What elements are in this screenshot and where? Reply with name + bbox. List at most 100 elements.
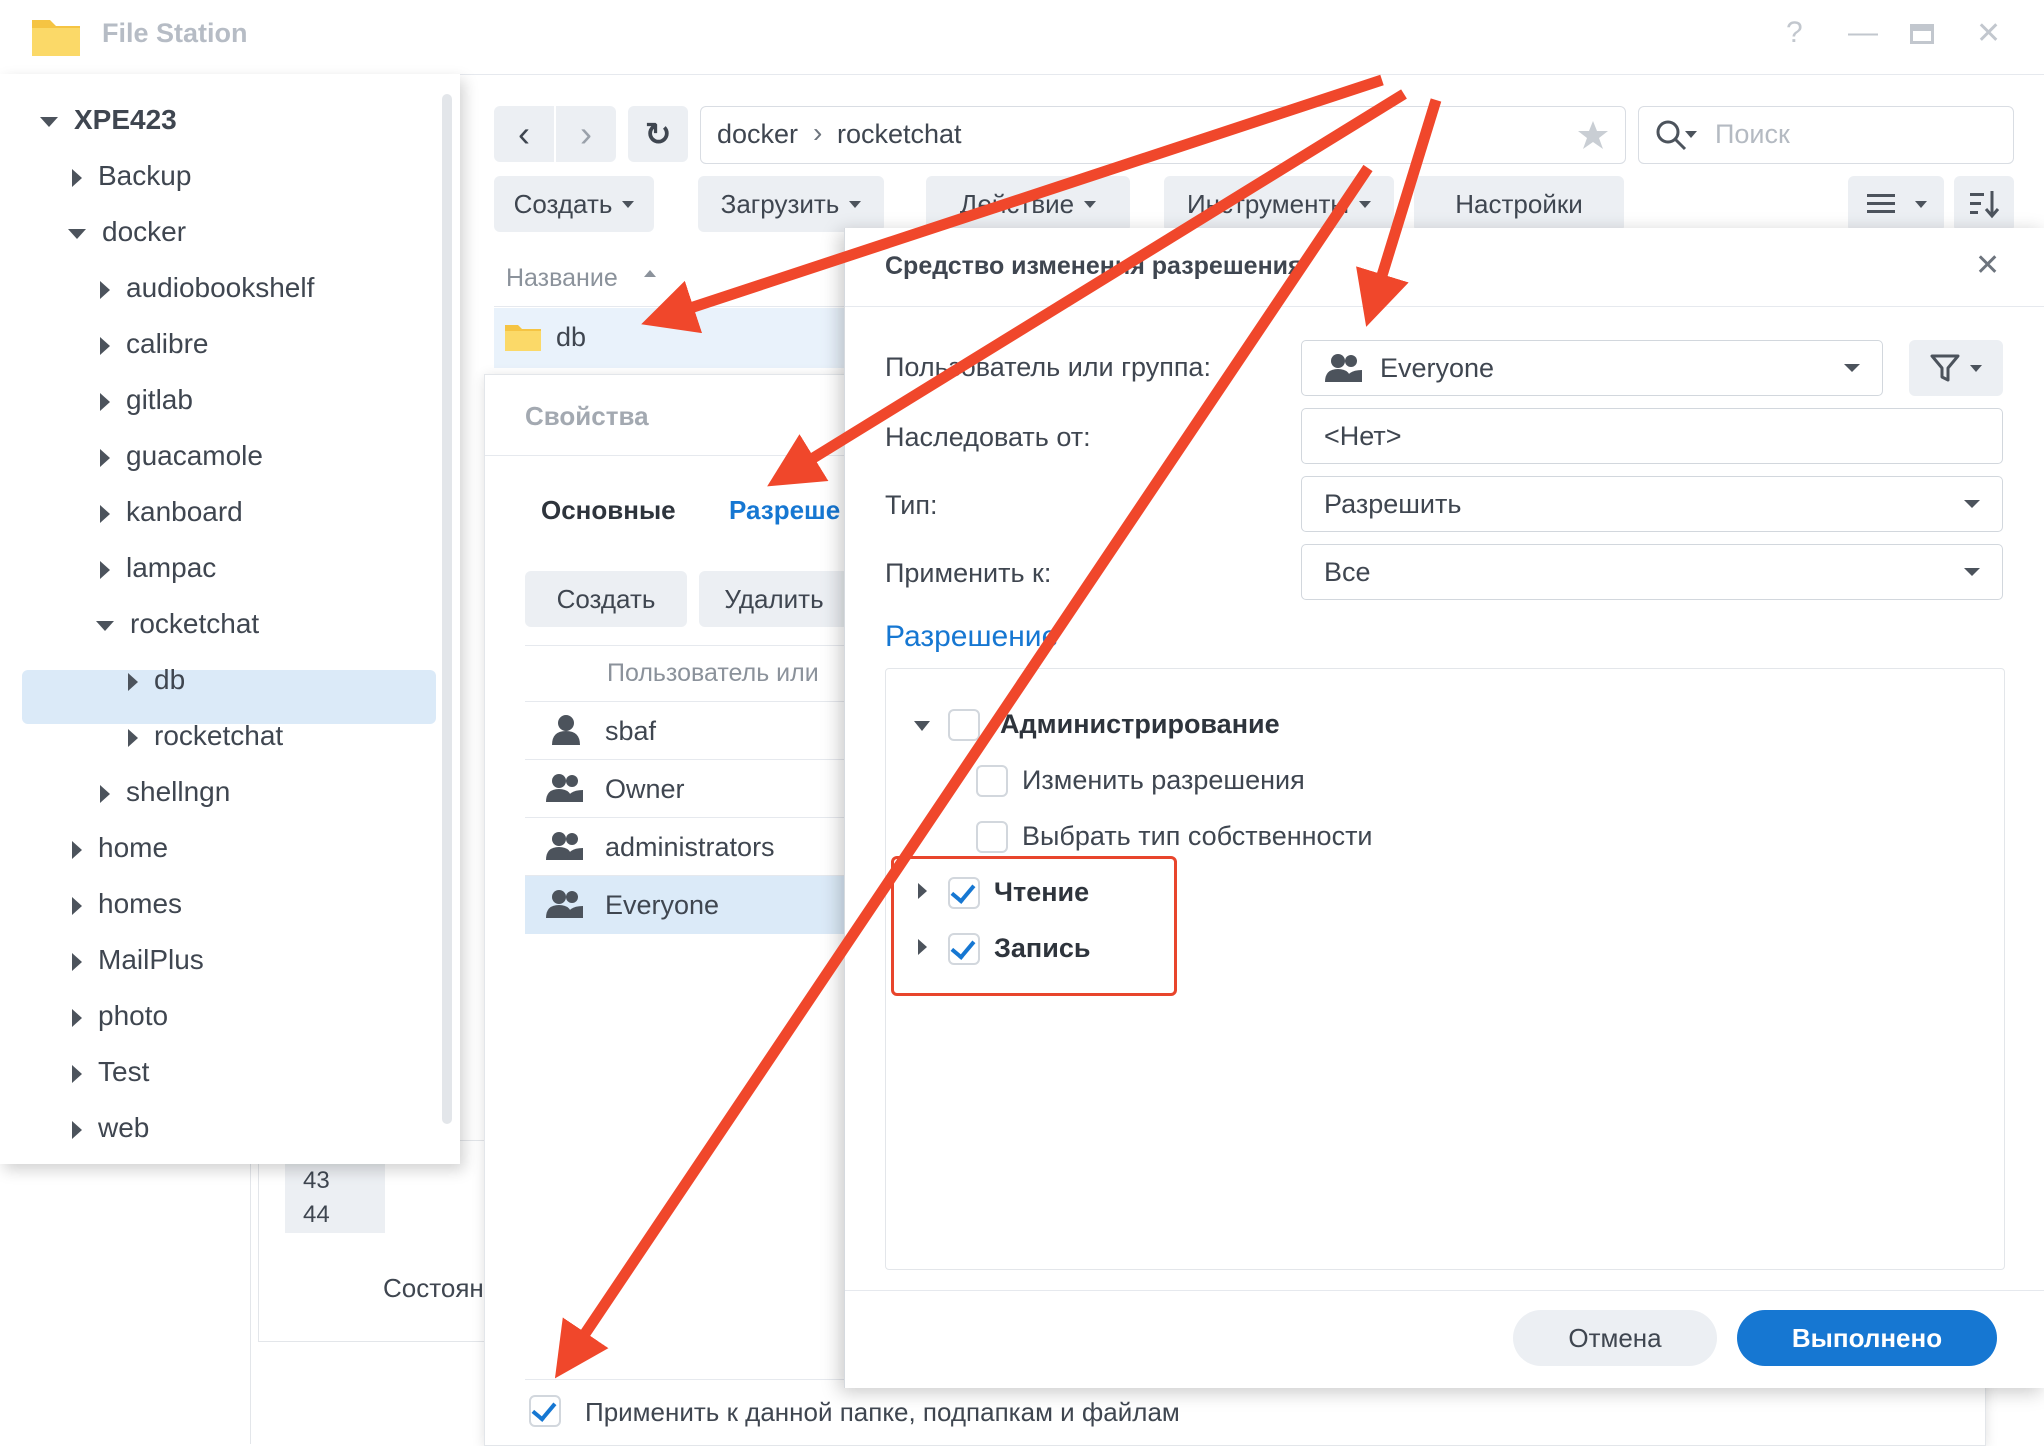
administration-checkbox[interactable] xyxy=(948,709,980,741)
sidebar: XPE423 Backup docker audiobookshelf cali… xyxy=(0,74,460,1164)
maximize-button[interactable] xyxy=(1910,24,1934,44)
permission-row-selected[interactable]: Everyone xyxy=(525,875,845,934)
tree-item-home[interactable]: home xyxy=(72,822,168,874)
expand-toggle-icon[interactable] xyxy=(914,721,930,731)
file-row[interactable]: db xyxy=(494,308,854,368)
delete-permission-button[interactable]: Удалить xyxy=(699,571,849,627)
chevron-down-icon xyxy=(622,200,635,208)
divider xyxy=(845,1290,2044,1291)
permission-row[interactable]: administrators xyxy=(525,817,845,876)
tree-item-label: Test xyxy=(98,1056,150,1087)
expand-toggle-icon[interactable] xyxy=(72,1064,82,1083)
help-button[interactable]: ? xyxy=(1786,16,1803,50)
expand-toggle-icon[interactable] xyxy=(40,116,58,127)
tree-item-db[interactable]: db xyxy=(128,654,185,706)
apply-to-subfolders-checkbox[interactable] xyxy=(529,1395,561,1427)
expand-toggle-icon[interactable] xyxy=(72,896,82,915)
view-mode-button[interactable] xyxy=(1848,176,1944,232)
tree-item-rocketchat[interactable]: rocketchat xyxy=(96,598,259,650)
tree-item-docker[interactable]: docker xyxy=(68,206,186,258)
user-group-select[interactable]: Everyone xyxy=(1301,340,1883,396)
star-icon[interactable] xyxy=(1577,119,1609,151)
create-button[interactable]: Создать xyxy=(494,176,654,232)
search-options-caret[interactable] xyxy=(1685,131,1697,138)
expand-toggle-icon[interactable] xyxy=(100,560,110,579)
expand-toggle-icon[interactable] xyxy=(100,392,110,411)
breadcrumb-rocketchat[interactable]: rocketchat xyxy=(837,119,962,150)
expand-toggle-icon[interactable] xyxy=(100,336,110,355)
tree-item-rocketchat-sub[interactable]: rocketchat xyxy=(128,710,283,762)
sort-button[interactable] xyxy=(1954,176,2014,232)
action-button[interactable]: Действие xyxy=(926,176,1130,232)
expand-toggle-icon[interactable] xyxy=(100,280,110,299)
take-ownership-checkbox[interactable] xyxy=(976,821,1008,853)
tree-item-homes[interactable]: homes xyxy=(72,878,182,930)
expand-toggle-icon[interactable] xyxy=(100,448,110,467)
permission-editor-dialog: Средство изменения разрешения ✕ Пользова… xyxy=(844,228,2044,1388)
cancel-button[interactable]: Отмена xyxy=(1513,1310,1717,1366)
tree-item-photo[interactable]: photo xyxy=(72,990,168,1042)
expand-toggle-icon[interactable] xyxy=(100,784,110,803)
tree-item-kanboard[interactable]: kanboard xyxy=(100,486,243,538)
tree-item-test[interactable]: Test xyxy=(72,1046,149,1098)
sidebar-scrollbar[interactable] xyxy=(442,94,452,1124)
group-icon xyxy=(546,774,583,802)
tree-item-shellngn[interactable]: shellngn xyxy=(100,766,230,818)
forward-button[interactable]: › xyxy=(556,106,616,162)
close-window-button[interactable]: ✕ xyxy=(1976,16,2001,51)
expand-toggle-icon[interactable] xyxy=(72,952,82,971)
permission-row[interactable]: sbaf xyxy=(525,701,845,760)
app-title: File Station xyxy=(102,18,248,48)
create-permission-button[interactable]: Создать xyxy=(525,571,687,627)
change-permissions-checkbox[interactable] xyxy=(976,765,1008,797)
expand-toggle-icon[interactable] xyxy=(72,168,82,187)
path-bar[interactable]: docker › rocketchat xyxy=(700,106,1626,164)
permission-row[interactable]: Owner xyxy=(525,759,845,818)
breadcrumb-docker[interactable]: docker xyxy=(717,119,798,150)
dialog-close-button[interactable]: ✕ xyxy=(1975,248,2000,283)
background-panel: 43 44 Состоян xyxy=(258,1140,490,1342)
back-button[interactable]: ‹ xyxy=(494,106,554,162)
search-bar[interactable]: Поиск xyxy=(1638,106,2014,164)
minimize-button[interactable]: — xyxy=(1848,16,1878,50)
filter-button[interactable] xyxy=(1909,340,2003,396)
tree-item-label: db xyxy=(154,664,186,695)
chevron-down-icon xyxy=(1915,200,1927,208)
expand-toggle-icon[interactable] xyxy=(72,840,82,859)
settings-button[interactable]: Настройки xyxy=(1414,176,1624,232)
user-name: Owner xyxy=(605,774,685,804)
tree-item-lampac[interactable]: lampac xyxy=(100,542,216,594)
refresh-button[interactable]: ↻ xyxy=(628,106,688,162)
chevron-down-icon xyxy=(1970,364,1982,372)
user-name: administrators xyxy=(605,832,775,862)
done-button[interactable]: Выполнено xyxy=(1737,1310,1997,1366)
expand-toggle-icon[interactable] xyxy=(68,228,86,239)
status-label: Состоян xyxy=(383,1273,484,1303)
expand-toggle-icon[interactable] xyxy=(128,728,138,747)
tree-item-root[interactable]: XPE423 xyxy=(40,94,177,146)
expand-toggle-icon[interactable] xyxy=(72,1008,82,1027)
expand-toggle-icon[interactable] xyxy=(100,504,110,523)
inherit-value: <Нет> xyxy=(1324,420,1402,451)
tree-item-guacamole[interactable]: guacamole xyxy=(100,430,263,482)
tree-item-backup[interactable]: Backup xyxy=(72,150,191,202)
tab-general[interactable]: Основные xyxy=(541,495,676,526)
tree-item-calibre[interactable]: calibre xyxy=(100,318,208,370)
tree-item-label: rocketchat xyxy=(154,720,284,751)
expand-toggle-icon[interactable] xyxy=(72,1120,82,1139)
tree-item-audiobookshelf[interactable]: audiobookshelf xyxy=(100,262,314,314)
tab-permissions[interactable]: Разреше xyxy=(729,495,840,526)
search-input[interactable]: Поиск xyxy=(1715,119,1790,150)
expand-toggle-icon[interactable] xyxy=(96,620,114,631)
expand-toggle-icon[interactable] xyxy=(128,672,138,691)
tree-item-label: lampac xyxy=(126,552,217,583)
tree-item-mailplus[interactable]: MailPlus xyxy=(72,934,204,986)
apply-to-select[interactable]: Все xyxy=(1301,544,2003,600)
tools-button[interactable]: Инструменты xyxy=(1164,176,1394,232)
tree-item-web[interactable]: web xyxy=(72,1102,149,1154)
tree-item-gitlab[interactable]: gitlab xyxy=(100,374,193,426)
line-number: 44 xyxy=(303,1201,330,1228)
upload-button[interactable]: Загрузить xyxy=(698,176,884,232)
column-name-header[interactable]: Название xyxy=(506,264,618,293)
type-select[interactable]: Разрешить xyxy=(1301,476,2003,532)
